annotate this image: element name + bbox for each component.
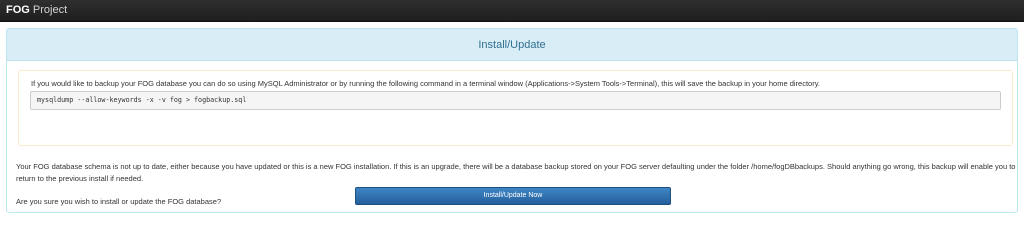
install-update-panel: Install/Update If you would like to back… — [6, 28, 1018, 213]
brand-logo[interactable]: FOG Project — [6, 3, 67, 17]
schema-message: Your FOG database schema is not up to da… — [16, 162, 1016, 183]
confirm-question: Are you sure you wish to install or upda… — [16, 197, 222, 206]
install-update-button[interactable]: Install/Update Now — [355, 187, 671, 205]
panel-title: Install/Update — [7, 29, 1017, 61]
top-navbar: FOG Project — [0, 0, 1024, 22]
backup-notice-box: If you would like to backup your FOG dat… — [18, 70, 1013, 146]
backup-command: mysqldump --allow-keywords -x -v fog > f… — [30, 91, 1001, 110]
brand-name: FOG — [6, 4, 30, 16]
backup-notice-text: If you would like to backup your FOG dat… — [31, 79, 820, 88]
brand-suffix: Project — [29, 4, 68, 16]
